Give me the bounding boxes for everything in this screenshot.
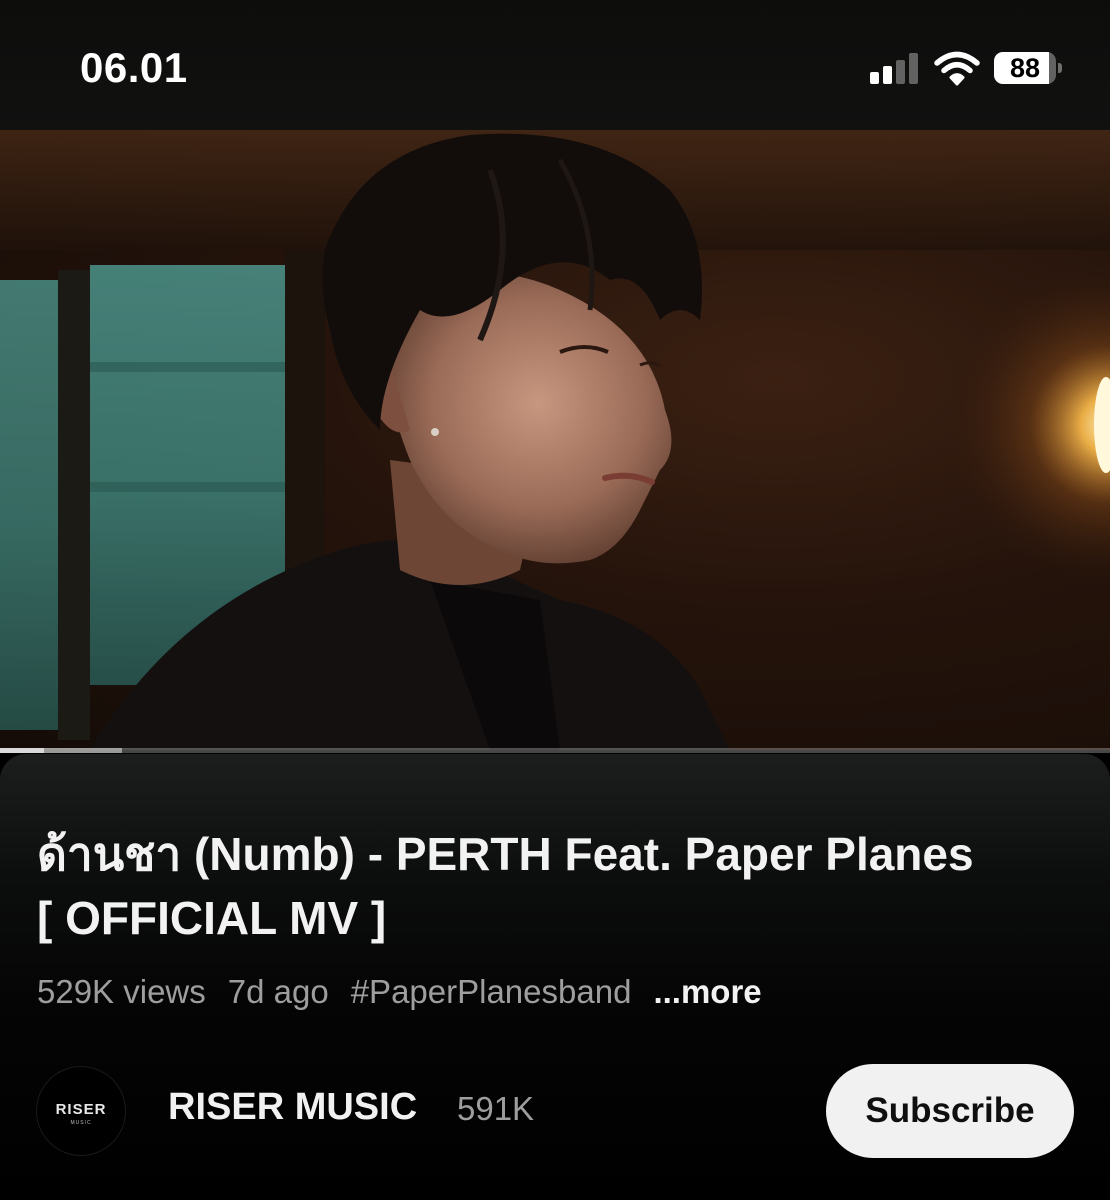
video-player[interactable]: [0, 130, 1110, 750]
battery-body: 88: [994, 52, 1056, 84]
channel-logo: RISER MUSIC: [56, 1101, 107, 1126]
upload-age: 7d ago: [227, 973, 329, 1010]
video-progress-bar[interactable]: [0, 748, 1110, 753]
view-count: 529K views: [37, 973, 206, 1010]
battery-nub: [1058, 63, 1062, 73]
cellular-signal-icon: [870, 52, 922, 84]
battery-percentage: 88: [1009, 53, 1041, 83]
channel-logo-subtext: MUSIC: [70, 1120, 91, 1126]
status-bar: 06.01 88: [0, 0, 1110, 130]
signal-bar: [883, 66, 892, 84]
more-link[interactable]: ...more: [653, 973, 761, 1011]
subscribe-button[interactable]: Subscribe: [826, 1064, 1074, 1158]
signal-bar: [909, 53, 918, 84]
video-metadata[interactable]: 529K views 7d ago #PaperPlanesband ...mo…: [37, 970, 784, 1014]
battery-icon: 88: [994, 52, 1062, 84]
wifi-icon: [934, 51, 980, 86]
video-title[interactable]: ด้านชา (Numb) - PERTH Feat. Paper Planes…: [37, 822, 997, 950]
progress-played: [0, 748, 44, 753]
subscriber-count: 591K: [457, 1090, 535, 1127]
channel-name[interactable]: RISER MUSIC: [168, 1086, 417, 1129]
status-time: 06.01: [80, 44, 188, 91]
channel-logo-text: RISER: [56, 1101, 107, 1118]
signal-bar: [870, 72, 879, 84]
hashtag-link[interactable]: #PaperPlanesband: [351, 973, 632, 1011]
signal-bar: [896, 60, 905, 84]
channel-avatar[interactable]: RISER MUSIC: [36, 1066, 126, 1156]
video-frame: [0, 130, 1110, 750]
